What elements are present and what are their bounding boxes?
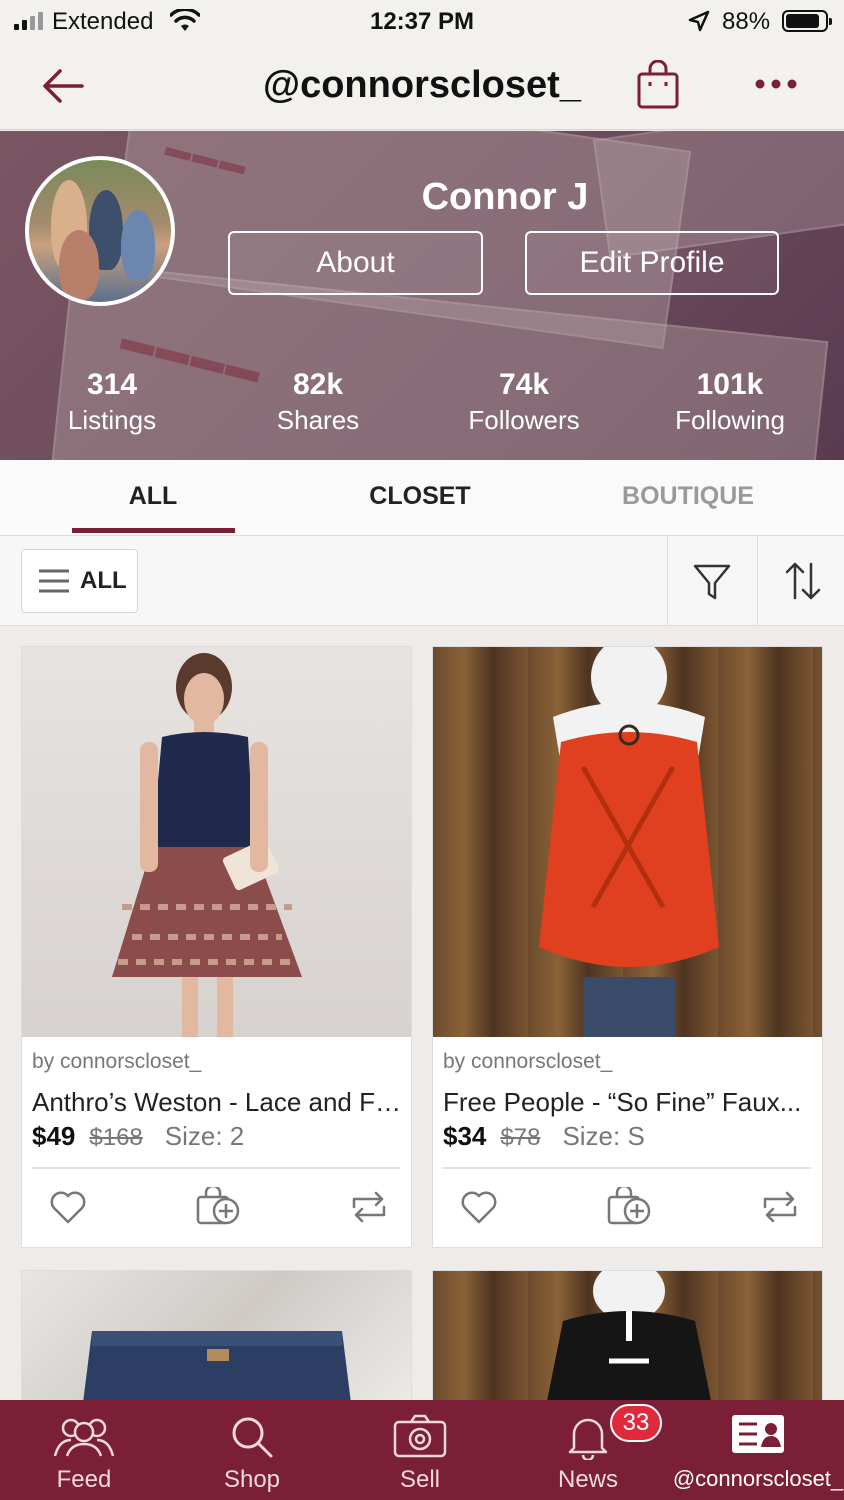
- listing-title[interactable]: Free People - “So Fine” Faux...: [443, 1087, 813, 1118]
- nav-profile[interactable]: @connorscloset_: [672, 1400, 844, 1500]
- filter-bar: ALL: [0, 536, 844, 626]
- avatar-figure: [59, 230, 99, 300]
- nav-label: Sell: [399, 1466, 441, 1493]
- listing-photo[interactable]: [433, 647, 822, 1037]
- jeans-illustration: [82, 1331, 352, 1409]
- add-to-bundle-icon[interactable]: [607, 1187, 653, 1227]
- listing-card[interactable]: [21, 1270, 412, 1410]
- nav-feed[interactable]: Feed: [0, 1400, 168, 1500]
- stat-label: Followers: [468, 405, 580, 435]
- share-icon[interactable]: [759, 1187, 801, 1227]
- tab-boutique[interactable]: BOUTIQUE: [588, 482, 788, 511]
- stat-listings[interactable]: 314 Listings: [12, 367, 212, 437]
- avatar-figure: [121, 210, 155, 280]
- camera-icon: [393, 1414, 447, 1458]
- nav-label: Feed: [56, 1466, 112, 1493]
- more-dots-icon[interactable]: [752, 72, 800, 96]
- profile-name: Connor J: [421, 176, 589, 218]
- listing-size: Size: 2: [164, 1121, 245, 1151]
- divider: [667, 536, 668, 626]
- nav-label: @connorscloset_: [672, 1466, 844, 1491]
- closet-tabs: ALL CLOSET BOUTIQUE: [0, 460, 844, 536]
- top-nav-bar: @connorscloset_: [0, 44, 844, 130]
- clock: 12:37 PM: [369, 8, 475, 35]
- battery-icon: [782, 10, 832, 32]
- page-title: @connorscloset_: [263, 64, 581, 106]
- divider: [757, 536, 758, 626]
- share-icon[interactable]: [348, 1187, 390, 1227]
- add-to-bundle-icon[interactable]: [196, 1187, 242, 1227]
- search-icon: [232, 1417, 273, 1458]
- like-heart-icon[interactable]: [48, 1187, 88, 1227]
- nav-shop[interactable]: Shop: [168, 1400, 336, 1500]
- stat-label: Shares: [276, 405, 360, 435]
- news-count-badge: 33: [610, 1404, 662, 1442]
- sort-arrows-icon[interactable]: [782, 560, 824, 602]
- stat-value: 101k: [696, 368, 764, 401]
- battery-percent: 88%: [722, 8, 771, 35]
- people-icon: [53, 1418, 115, 1457]
- avatar[interactable]: [25, 156, 175, 306]
- bell-icon: [568, 1418, 608, 1460]
- listing-original-price: $168: [89, 1124, 143, 1151]
- listing-title[interactable]: Anthro’s Weston - Lace and Fl...: [32, 1087, 402, 1118]
- listing-original-price: $78: [500, 1124, 541, 1151]
- status-bar: Extended 12:37 PM 88%: [0, 0, 844, 44]
- shopping-bag-icon[interactable]: [636, 60, 680, 110]
- listing-card[interactable]: by connorscloset_ Anthro’s Weston - Lace…: [21, 646, 412, 1248]
- about-button[interactable]: About: [228, 231, 483, 295]
- category-all-label: ALL: [80, 567, 127, 594]
- nav-label: Shop: [223, 1466, 281, 1493]
- listing-price: $49: [32, 1121, 76, 1151]
- like-heart-icon[interactable]: [459, 1187, 499, 1227]
- edit-profile-button[interactable]: Edit Profile: [525, 231, 779, 295]
- stat-value: 82k: [292, 368, 344, 401]
- tab-closet[interactable]: CLOSET: [320, 482, 520, 511]
- listing-size: Size: S: [562, 1121, 645, 1151]
- nav-sell[interactable]: Sell: [336, 1400, 504, 1500]
- stat-label: Listings: [67, 405, 157, 435]
- listing-card[interactable]: [432, 1270, 823, 1410]
- stat-followers[interactable]: 74k Followers: [424, 367, 624, 437]
- profile-card-icon: [732, 1415, 784, 1453]
- filter-funnel-icon[interactable]: [692, 562, 732, 602]
- nav-label: News: [557, 1466, 618, 1493]
- listing-photo[interactable]: [22, 647, 411, 1037]
- stat-shares[interactable]: 82k Shares: [218, 367, 418, 437]
- active-tab-indicator: [72, 528, 235, 533]
- listing-seller[interactable]: by connorscloset_: [443, 1050, 612, 1074]
- listing-card[interactable]: by connorscloset_ Free People - “So Fine…: [432, 646, 823, 1248]
- stat-value: 314: [86, 368, 138, 401]
- divider: [32, 1167, 400, 1169]
- category-all-button[interactable]: ALL: [21, 549, 138, 613]
- stat-value: 74k: [498, 368, 550, 401]
- listing-prices: $49 $168 Size: 2: [32, 1121, 244, 1152]
- stat-following[interactable]: 101k Following: [630, 367, 830, 437]
- location-arrow-icon: [688, 10, 710, 32]
- listing-price: $34: [443, 1121, 487, 1151]
- divider: [443, 1167, 811, 1169]
- black-top-illustration: [545, 1271, 713, 1409]
- bottom-tab-bar: Feed Shop Sell News @connorscloset_: [0, 1400, 844, 1500]
- stat-label: Following: [675, 405, 785, 435]
- listing-seller[interactable]: by connorscloset_: [32, 1050, 201, 1074]
- top-illustration: [539, 647, 719, 1037]
- listing-prices: $34 $78 Size: S: [443, 1121, 645, 1152]
- dress-illustration: [112, 653, 302, 1037]
- hamburger-icon: [39, 569, 69, 593]
- tab-all[interactable]: ALL: [53, 482, 253, 511]
